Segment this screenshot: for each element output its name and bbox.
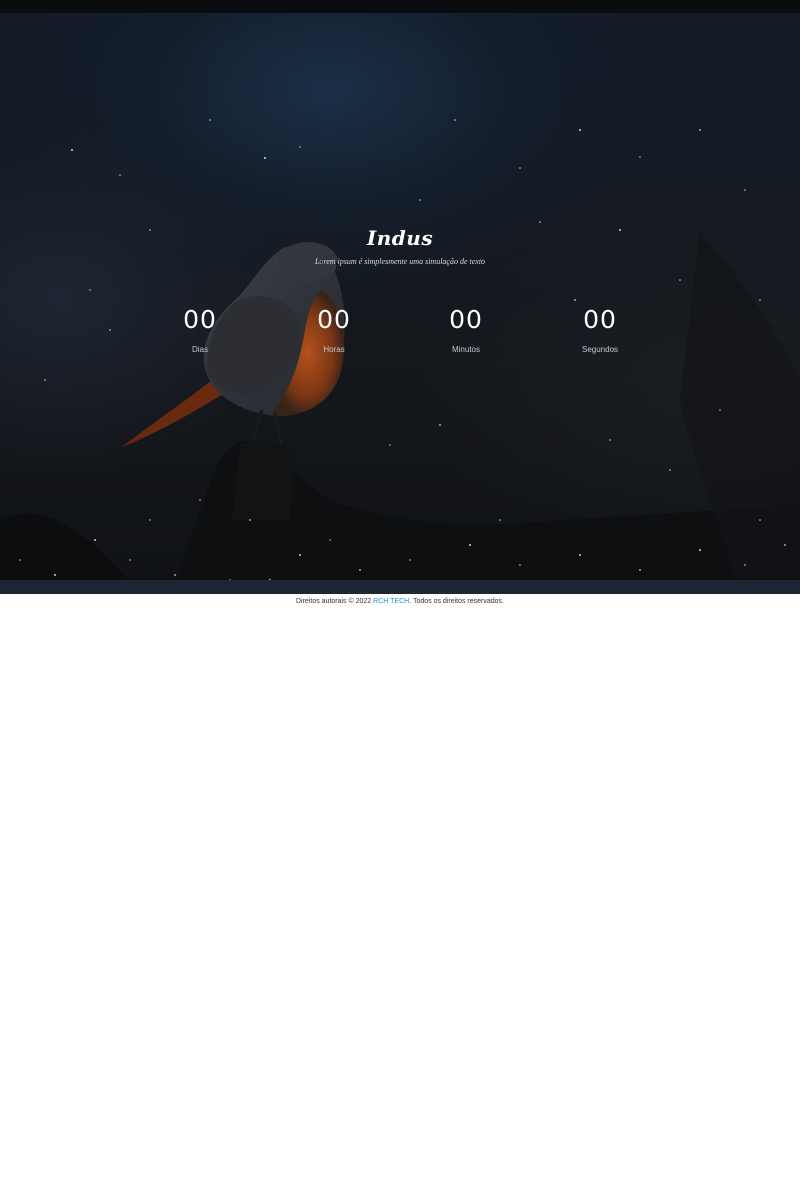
countdown-seconds: 00 Segundos <box>540 305 660 354</box>
seconds-label: Segundos <box>581 345 619 354</box>
footer-copyright: Direitos autorais © 2022 <box>295 598 372 605</box>
minutes-label: Minutos <box>451 345 480 354</box>
hero-bottom-band <box>0 580 800 594</box>
countdown-timer: 00 Dias 00 Horas 00 Minutos 00 Segundos <box>0 305 800 365</box>
brand-title: Indus <box>366 226 434 250</box>
countdown-days: 00 Dias <box>140 305 260 354</box>
hours-label: Horas <box>323 345 345 354</box>
hero-tagline: Lorem ipsum é simplesmente uma simulação… <box>314 257 486 266</box>
countdown-minutes: 00 Minutos <box>406 305 526 354</box>
footer-company-link[interactable]: RCH TECH <box>373 598 409 605</box>
bird-photo <box>0 230 800 594</box>
footer-rights: . Todos os direitos reservados. <box>409 598 504 605</box>
hero-section: Indus Lorem ipsum é simplesmente uma sim… <box>0 0 800 594</box>
countdown-hours: 00 Horas <box>274 305 394 354</box>
days-value: 00 <box>183 305 217 334</box>
seconds-value: 00 <box>583 305 617 334</box>
footer: Direitos autorais © 2022 RCH TECH. Todos… <box>0 598 800 605</box>
minutes-value: 00 <box>449 305 483 334</box>
days-label: Dias <box>191 345 208 354</box>
hours-value: 00 <box>317 305 351 334</box>
